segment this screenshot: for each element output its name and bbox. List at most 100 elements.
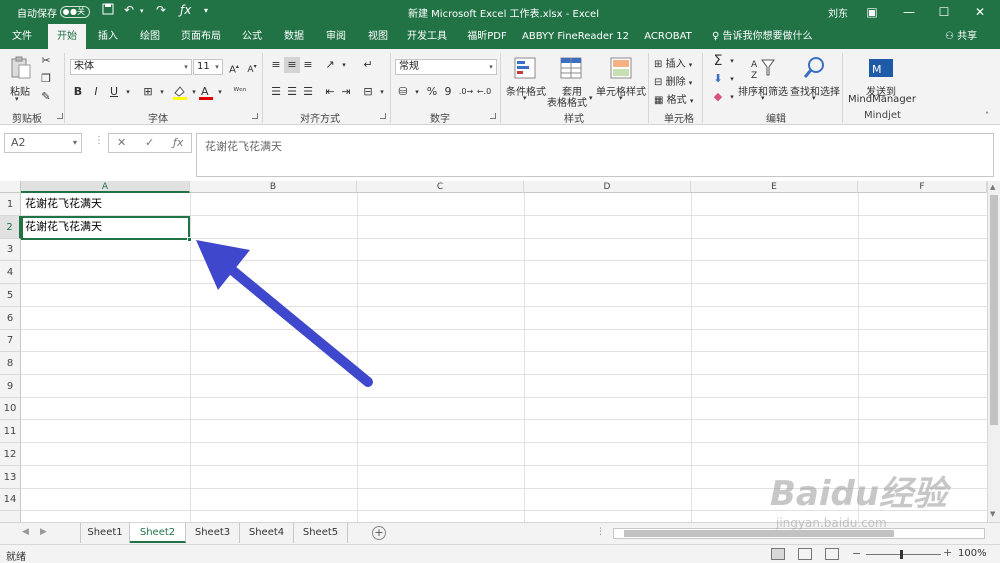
format-painter-icon[interactable]: ✎ xyxy=(38,89,54,105)
paste-icon[interactable] xyxy=(8,55,34,81)
sheet-tab-3[interactable]: Sheet3 xyxy=(186,523,240,543)
comma-style-button[interactable]: 9 xyxy=(440,84,456,100)
zoom-out-icon[interactable]: − xyxy=(852,547,861,560)
collapse-ribbon-icon[interactable]: ˄ xyxy=(985,111,989,120)
redo-icon[interactable]: ↷ xyxy=(156,3,166,17)
phonetic-icon[interactable]: ᵂᵉⁿ xyxy=(232,84,248,100)
insert-function-icon[interactable]: ƒx xyxy=(173,136,183,149)
cell-styles-dropdown-icon[interactable]: ▾ xyxy=(619,94,623,102)
align-bottom-icon[interactable]: ≡ xyxy=(300,57,316,73)
row-header-4[interactable]: 4 xyxy=(0,261,21,284)
cancel-icon[interactable]: ✕ xyxy=(117,136,126,149)
zoom-slider-thumb[interactable] xyxy=(900,550,903,559)
font-launcher-icon[interactable] xyxy=(252,113,258,119)
undo-icon[interactable]: ↶ xyxy=(124,3,134,17)
find-select-dropdown-icon[interactable]: ▾ xyxy=(812,94,816,102)
italic-button[interactable]: I xyxy=(88,84,104,100)
tab-developer[interactable]: 开发工具 xyxy=(402,24,452,49)
font-size-select[interactable]: 11 ▾ xyxy=(193,59,223,75)
page-break-view-icon[interactable] xyxy=(825,548,839,560)
customize-toolbar-icon[interactable]: ▾ xyxy=(204,6,208,15)
column-header-f[interactable]: F xyxy=(858,181,987,193)
increase-indent-icon[interactable]: ⇥ xyxy=(338,84,354,100)
autosum-dropdown-icon[interactable]: ▾ xyxy=(724,53,740,69)
formula-bar-grip-icon[interactable]: ⋮ xyxy=(94,135,104,146)
undo-dropdown-icon[interactable]: ▾ xyxy=(140,7,144,15)
row-header-12[interactable]: 12 xyxy=(0,443,21,466)
page-layout-view-icon[interactable] xyxy=(798,548,812,560)
zoom-level[interactable]: 100% xyxy=(958,548,987,559)
row-header-5[interactable]: 5 xyxy=(0,284,21,307)
row-header-3[interactable]: 3 xyxy=(0,239,21,261)
autosave-toggle[interactable]: ●关 xyxy=(60,6,90,18)
row-header-14[interactable]: 14 xyxy=(0,489,21,511)
sheet-tab-5[interactable]: Sheet5 xyxy=(294,523,348,543)
column-header-b[interactable]: B xyxy=(190,181,357,193)
fill-handle[interactable] xyxy=(187,237,192,242)
format-as-table-icon[interactable] xyxy=(558,55,584,81)
font-name-select[interactable]: 宋体 ▾ xyxy=(70,59,192,75)
tab-file[interactable]: 文件 xyxy=(2,24,42,49)
decrease-font-icon[interactable]: A▾ xyxy=(244,59,260,75)
merge-dropdown-icon[interactable]: ▾ xyxy=(374,84,390,100)
delete-cells-button[interactable]: ⊟ 删除 ▾ xyxy=(654,73,692,88)
user-name[interactable]: 刘东 xyxy=(828,5,848,20)
format-as-table-dropdown-icon[interactable]: ▾ xyxy=(589,94,593,102)
borders-dropdown-icon[interactable]: ▾ xyxy=(154,84,170,100)
tab-data[interactable]: 数据 xyxy=(276,24,312,49)
increase-decimal-icon[interactable]: .0→ xyxy=(458,84,474,100)
column-header-d[interactable]: D xyxy=(524,181,691,193)
close-icon[interactable]: ✕ xyxy=(966,2,994,22)
row-header-9[interactable]: 9 xyxy=(0,375,21,398)
tab-abbyy[interactable]: ABBYY FineReader 12 xyxy=(522,24,629,49)
column-header-e[interactable]: E xyxy=(691,181,858,193)
conditional-formatting-icon[interactable] xyxy=(512,55,538,81)
format-cells-button[interactable]: ▦ 格式 ▾ xyxy=(654,91,693,106)
number-launcher-icon[interactable] xyxy=(490,113,496,119)
select-all-corner[interactable] xyxy=(0,181,21,193)
conditional-dropdown-icon[interactable]: ▾ xyxy=(523,94,527,102)
function-icon[interactable]: ƒx xyxy=(180,3,191,17)
tab-view[interactable]: 视图 xyxy=(360,24,396,49)
find-select-icon[interactable] xyxy=(802,55,828,81)
zoom-slider[interactable] xyxy=(866,550,941,559)
tab-split-grip-icon[interactable]: ⋮ xyxy=(596,527,605,537)
name-box[interactable]: A2 ▾ xyxy=(4,133,82,153)
name-box-dropdown-icon[interactable]: ▾ xyxy=(73,134,77,152)
sheet-tab-1[interactable]: Sheet1 xyxy=(80,523,130,543)
column-header-a[interactable]: A xyxy=(21,181,190,193)
enter-icon[interactable]: ✓ xyxy=(145,136,154,149)
row-header-1[interactable]: 1 xyxy=(0,193,21,216)
scroll-up-icon[interactable]: ▲ xyxy=(990,183,995,191)
row-header-10[interactable]: 10 xyxy=(0,398,21,420)
save-icon[interactable] xyxy=(102,3,114,18)
insert-cells-button[interactable]: ⊞ 插入 ▾ xyxy=(654,55,692,70)
row-header-11[interactable]: 11 xyxy=(0,420,21,443)
mindmanager-icon[interactable]: M xyxy=(868,55,894,81)
sheet-nav-prev-icon[interactable]: ◀ xyxy=(22,527,29,537)
bold-button[interactable]: B xyxy=(70,84,86,100)
align-center-icon[interactable]: ☰ xyxy=(284,84,300,100)
sheet-nav-next-icon[interactable]: ▶ xyxy=(40,527,47,537)
send-to-label-2[interactable]: MindManager xyxy=(848,94,916,105)
wrap-text-icon[interactable]: ↵ xyxy=(360,57,376,73)
format-as-table-label-2[interactable]: 表格格式 xyxy=(547,94,587,109)
align-middle-icon[interactable]: ≡ xyxy=(284,57,300,73)
percent-style-button[interactable]: % xyxy=(424,84,440,100)
tab-page-layout[interactable]: 页面布局 xyxy=(174,24,228,49)
paste-dropdown-icon[interactable]: ▾ xyxy=(15,95,19,103)
align-left-icon[interactable]: ☰ xyxy=(268,84,284,100)
number-format-select[interactable]: 常规 ▾ xyxy=(395,59,497,75)
align-right-icon[interactable]: ☰ xyxy=(300,84,316,100)
tab-acrobat[interactable]: ACROBAT xyxy=(638,24,698,49)
clipboard-launcher-icon[interactable] xyxy=(57,113,63,119)
underline-dropdown-icon[interactable]: ▾ xyxy=(120,84,136,100)
font-color-dropdown-icon[interactable]: ▾ xyxy=(212,84,228,100)
minimize-icon[interactable]: — xyxy=(895,2,923,22)
cell-styles-icon[interactable] xyxy=(608,55,634,81)
alignment-launcher-icon[interactable] xyxy=(380,113,386,119)
decrease-indent-icon[interactable]: ⇤ xyxy=(322,84,338,100)
tab-home[interactable]: 开始 xyxy=(48,24,86,50)
tab-foxit-pdf[interactable]: 福昕PDF xyxy=(458,24,516,49)
align-top-icon[interactable]: ≡ xyxy=(268,57,284,73)
